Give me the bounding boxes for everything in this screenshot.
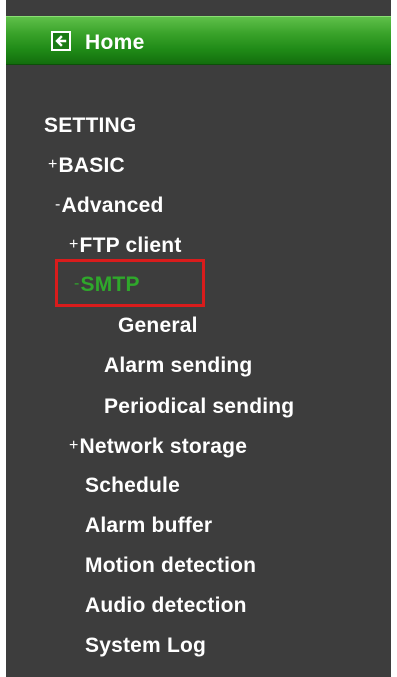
home-label: Home xyxy=(85,31,145,54)
menu-item-advanced[interactable]: -Advanced xyxy=(55,193,164,218)
section-title-setting: SETTING xyxy=(44,114,137,137)
expand-toggle-icon[interactable]: + xyxy=(69,437,79,454)
menu-item-audio-detection[interactable]: Audio detection xyxy=(85,594,247,618)
back-arrow-icon[interactable] xyxy=(51,31,71,51)
expand-toggle-icon[interactable]: + xyxy=(48,156,58,173)
menu-item-basic-label: BASIC xyxy=(58,154,125,177)
menu-item-alarm-sending[interactable]: Alarm sending xyxy=(104,354,252,378)
menu-item-basic[interactable]: +BASIC xyxy=(48,153,125,178)
collapse-toggle-icon[interactable]: - xyxy=(55,196,61,213)
menu-item-general[interactable]: General xyxy=(118,314,198,338)
menu-item-system-log[interactable]: System Log xyxy=(85,634,206,658)
menu-item-alarm-buffer[interactable]: Alarm buffer xyxy=(85,514,212,538)
home-button[interactable]: Home xyxy=(6,16,391,65)
menu-item-schedule[interactable]: Schedule xyxy=(85,474,180,498)
menu-item-network-storage[interactable]: +Network storage xyxy=(69,434,247,459)
page-frame: Home SETTING +BASIC -Advanced +FTP clien… xyxy=(0,0,397,677)
menu-item-advanced-label: Advanced xyxy=(61,194,164,217)
menu-item-smtp-label: SMTP xyxy=(80,273,140,296)
menu-item-network-storage-label: Network storage xyxy=(79,435,248,458)
menu-item-ftp-client-label: FTP client xyxy=(79,234,182,257)
menu-item-motion-detection[interactable]: Motion detection xyxy=(85,554,256,578)
collapse-toggle-icon[interactable]: - xyxy=(74,275,80,292)
settings-sidebar: Home SETTING +BASIC -Advanced +FTP clien… xyxy=(6,0,391,677)
menu-item-smtp[interactable]: -SMTP xyxy=(74,272,140,297)
menu-item-ftp-client[interactable]: +FTP client xyxy=(69,233,182,258)
expand-toggle-icon[interactable]: + xyxy=(69,236,79,253)
menu-item-periodical-sending[interactable]: Periodical sending xyxy=(104,395,294,419)
